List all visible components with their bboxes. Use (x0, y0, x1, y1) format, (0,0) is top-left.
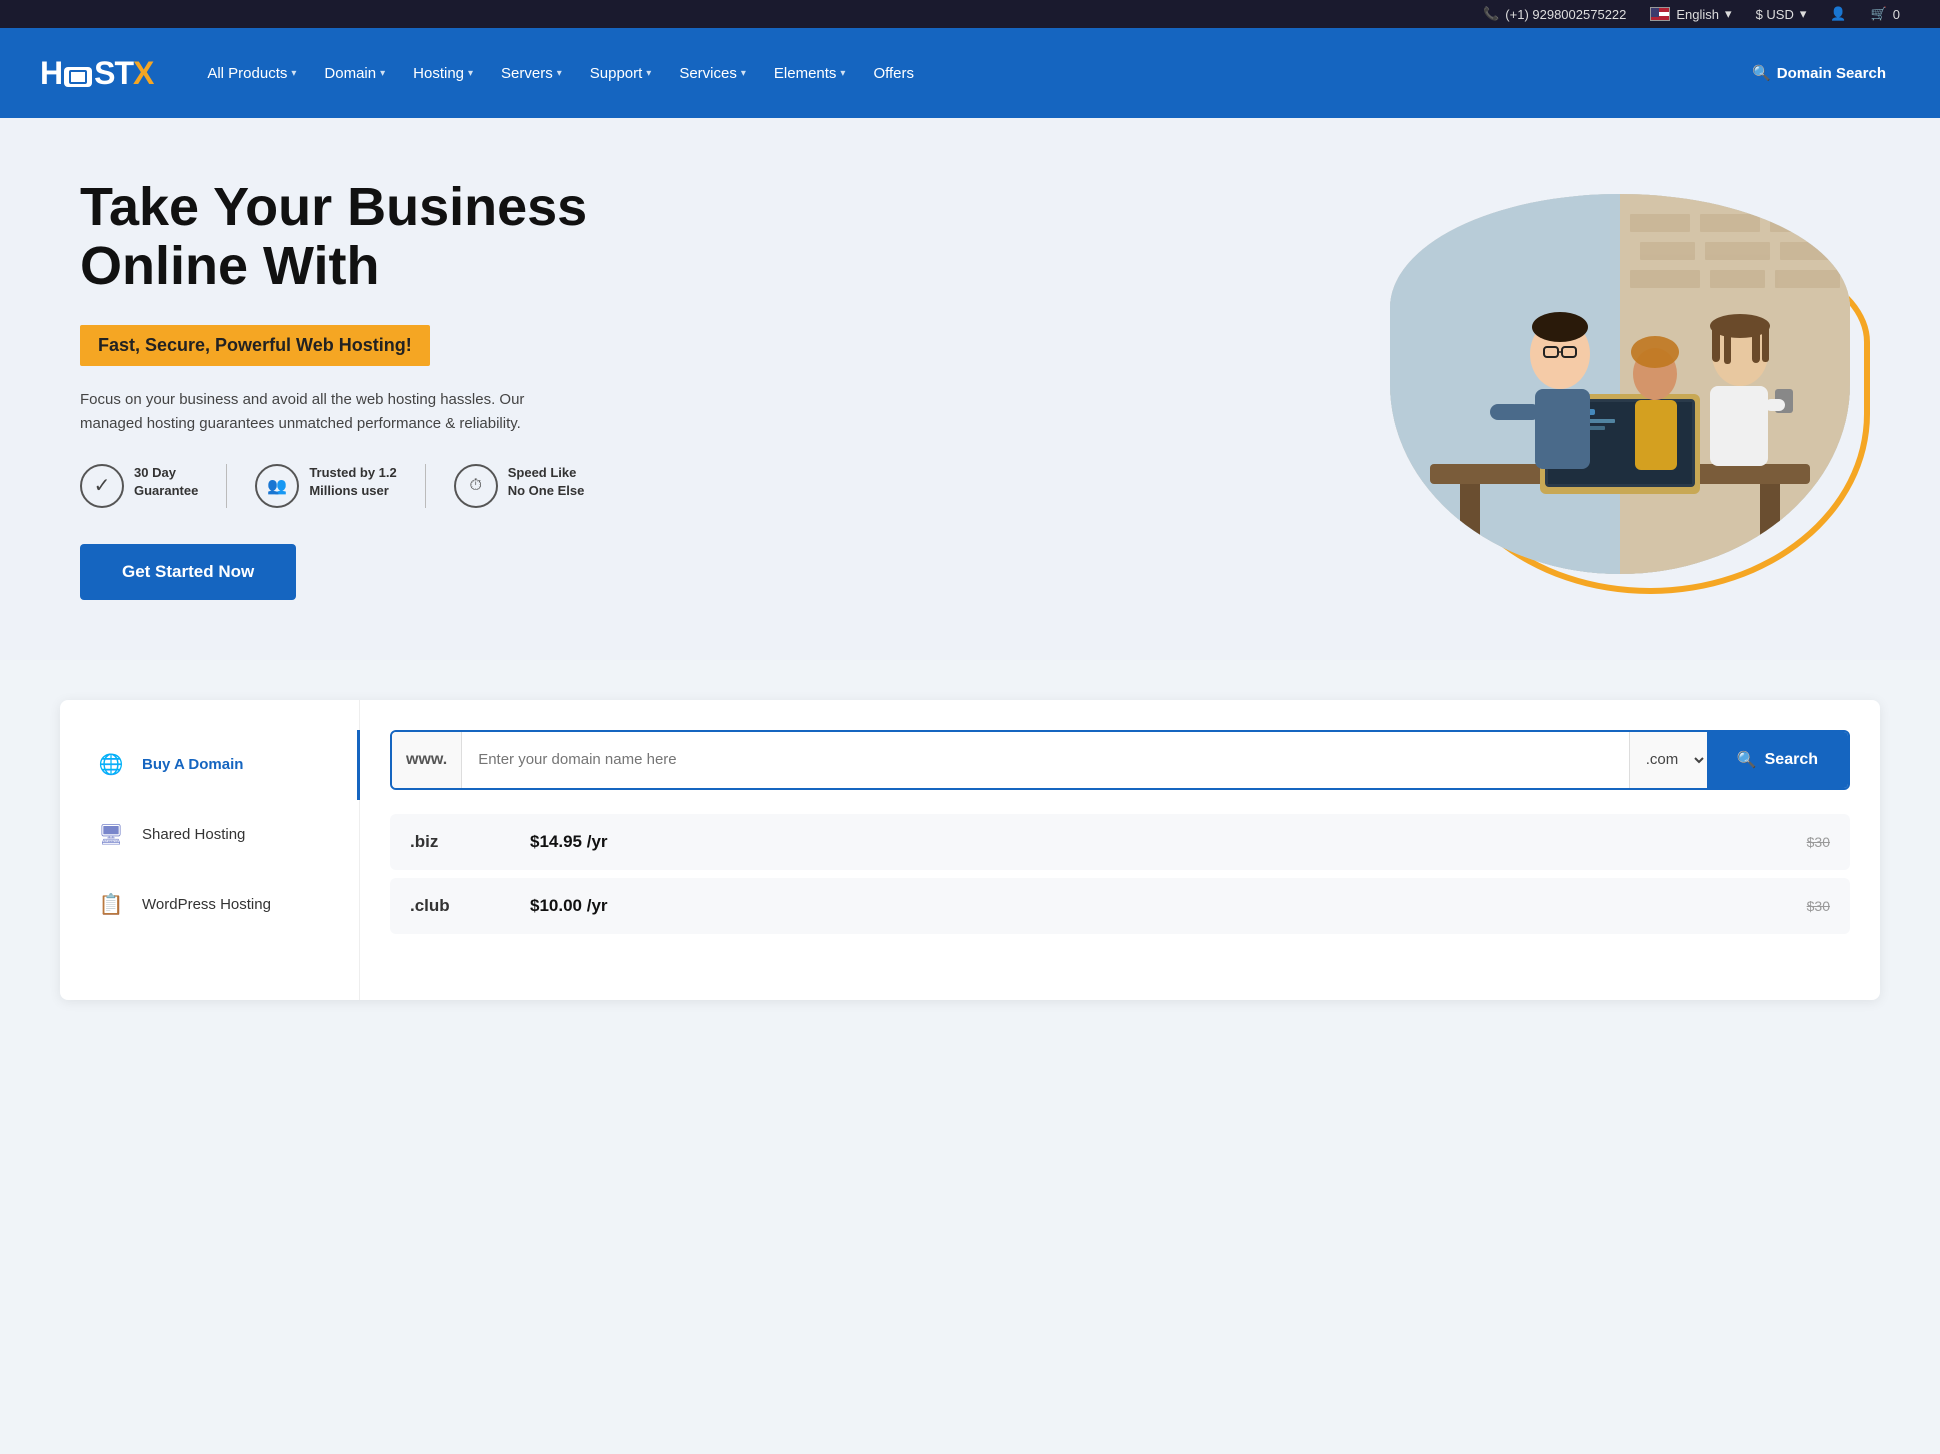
hero-subtitle-badge: Fast, Secure, Powerful Web Hosting! (80, 325, 430, 366)
domain-caret: ▾ (380, 68, 385, 79)
search-btn-label: Search (1765, 751, 1818, 769)
phone-icon: 📞 (1483, 6, 1499, 22)
hero-badge-trusted: 👥 Trusted by 1.2 Millions user (255, 464, 396, 508)
tld-dropdown[interactable]: .com .net .org .biz (1629, 732, 1707, 788)
hero-badge-speed: ⏱ Speed Like No One Else (454, 464, 585, 508)
hero-image-wrap (1390, 194, 1860, 584)
nav-item-support[interactable]: Support ▾ (576, 57, 666, 90)
domain-search-bar: www. .com .net .org .biz 🔍 Search (390, 730, 1850, 790)
nav-link-servers[interactable]: Servers ▾ (487, 57, 576, 90)
speed-text: Speed Like No One Else (508, 464, 585, 500)
currency-label: $ USD (1756, 7, 1794, 22)
nav-link-support[interactable]: Support ▾ (576, 57, 666, 90)
logo-link[interactable]: HSTX (40, 55, 153, 92)
domain-ext-biz: .biz (410, 832, 530, 852)
language-label: English (1676, 7, 1719, 22)
guarantee-icon: ✓ (80, 464, 124, 508)
logo-house-icon (64, 67, 92, 87)
domain-main: www. .com .net .org .biz 🔍 Search .biz $… (360, 700, 1880, 1000)
nav-item-hosting[interactable]: Hosting ▾ (399, 57, 487, 90)
topbar: 📞 (+1) 9298002575222 English ▾ $ USD ▾ 👤… (0, 0, 1940, 28)
main-nav: HSTX All Products ▾ Domain ▾ Hosting ▾ S… (0, 28, 1940, 118)
language-selector[interactable]: English ▾ (1650, 6, 1731, 22)
wordpress-icon: 📋 (94, 888, 128, 922)
sidebar-buy-domain-label: Buy A Domain (142, 756, 243, 773)
hero-badge-guarantee: ✓ 30 Day Guarantee (80, 464, 198, 508)
currency-caret: ▾ (1800, 6, 1807, 22)
globe-icon: 🌐 (94, 748, 128, 782)
hero-title: Take Your Business Online With (80, 178, 587, 297)
nav-link-domain[interactable]: Domain ▾ (310, 57, 399, 90)
domain-price-row-biz: .biz $14.95 /yr $30 (390, 814, 1850, 870)
user-icon[interactable]: 👤 (1830, 6, 1846, 22)
hero-badges: ✓ 30 Day Guarantee 👥 Trusted by 1.2 Mill… (80, 464, 587, 508)
nav-item-services[interactable]: Services ▾ (665, 57, 760, 90)
nav-link-offers[interactable]: Offers (859, 57, 928, 90)
speed-icon: ⏱ (454, 464, 498, 508)
domain-price-row-club: .club $10.00 /yr $30 (390, 878, 1850, 934)
domain-search-input[interactable] (462, 732, 1629, 788)
nav-link-services[interactable]: Services ▾ (665, 57, 760, 90)
server-icon: 🖥 (94, 818, 128, 852)
sidebar-item-buy-domain[interactable]: 🌐 Buy A Domain (80, 730, 339, 800)
domain-old-price-club: $30 (1807, 898, 1830, 914)
logo-text: HSTX (40, 55, 153, 92)
sidebar-shared-hosting-label: Shared Hosting (142, 826, 245, 843)
badge-divider-2 (425, 464, 426, 508)
search-nav-icon: 🔍 (1752, 64, 1771, 82)
www-label: www. (392, 732, 462, 788)
hero-description: Focus on your business and avoid all the… (80, 388, 560, 436)
domain-price-club: $10.00 /yr (530, 896, 1807, 916)
trusted-text: Trusted by 1.2 Millions user (309, 464, 396, 500)
sidebar-item-wordpress-hosting[interactable]: 📋 WordPress Hosting (80, 870, 339, 940)
users-icon: 👥 (255, 464, 299, 508)
phone-item[interactable]: 📞 (+1) 9298002575222 (1483, 6, 1626, 22)
nav-item-domain[interactable]: Domain ▾ (310, 57, 399, 90)
nav-item-all-products[interactable]: All Products ▾ (193, 57, 310, 90)
domain-search-button[interactable]: 🔍 Search (1707, 732, 1848, 788)
sidebar-wordpress-hosting-label: WordPress Hosting (142, 896, 271, 913)
hero-section: Take Your Business Online With Fast, Sec… (0, 118, 1940, 660)
nav-link-hosting[interactable]: Hosting ▾ (399, 57, 487, 90)
language-caret: ▾ (1725, 6, 1732, 22)
user-avatar-icon: 👤 (1830, 6, 1846, 22)
hero-scene-image (1390, 194, 1850, 574)
currency-selector[interactable]: $ USD ▾ (1756, 6, 1807, 22)
domain-section: 🌐 Buy A Domain 🖥 Shared Hosting 📋 WordPr… (60, 700, 1880, 1000)
nav-item-offers[interactable]: Offers (859, 57, 928, 90)
nav-links-list: All Products ▾ Domain ▾ Hosting ▾ Server… (193, 57, 1738, 90)
all-products-caret: ▾ (291, 68, 296, 79)
hero-image-box (1390, 194, 1850, 574)
phone-number: (+1) 9298002575222 (1505, 7, 1626, 22)
hero-content: Take Your Business Online With Fast, Sec… (80, 178, 587, 600)
guarantee-text: 30 Day Guarantee (134, 464, 198, 500)
search-btn-icon: 🔍 (1737, 750, 1757, 770)
services-caret: ▾ (741, 68, 746, 79)
nav-link-all-products[interactable]: All Products ▾ (193, 57, 310, 90)
badge-divider-1 (226, 464, 227, 508)
nav-link-elements[interactable]: Elements ▾ (760, 57, 860, 90)
support-caret: ▾ (646, 68, 651, 79)
domain-old-price-biz: $30 (1807, 834, 1830, 850)
domain-sidebar: 🌐 Buy A Domain 🖥 Shared Hosting 📋 WordPr… (60, 700, 360, 1000)
domain-price-biz: $14.95 /yr (530, 832, 1807, 852)
flag-icon (1650, 7, 1670, 21)
domain-search-nav[interactable]: 🔍 Domain Search (1738, 56, 1900, 90)
cart-bag-icon: 🛒 (1871, 6, 1887, 22)
hosting-caret: ▾ (468, 68, 473, 79)
nav-item-servers[interactable]: Servers ▾ (487, 57, 576, 90)
domain-search-nav-label: Domain Search (1777, 65, 1886, 82)
servers-caret: ▾ (557, 68, 562, 79)
domain-ext-club: .club (410, 896, 530, 916)
hero-svg-scene (1390, 194, 1850, 574)
cart-icon[interactable]: 🛒 0 (1871, 6, 1900, 22)
elements-caret: ▾ (840, 68, 845, 79)
nav-item-elements[interactable]: Elements ▾ (760, 57, 860, 90)
sidebar-item-shared-hosting[interactable]: 🖥 Shared Hosting (80, 800, 339, 870)
cart-count: 0 (1893, 7, 1900, 22)
get-started-button[interactable]: Get Started Now (80, 544, 296, 600)
